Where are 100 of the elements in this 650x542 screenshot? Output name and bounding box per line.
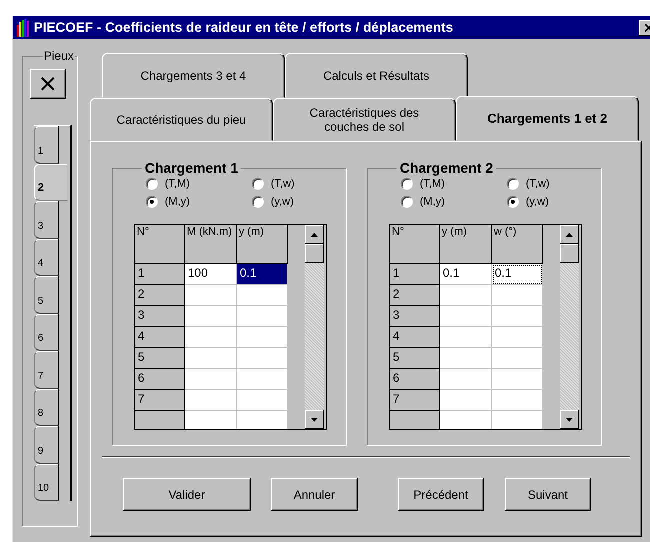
column-header: w (°) (492, 225, 543, 264)
row-header: 2 (135, 285, 185, 306)
delete-button[interactable] (30, 69, 66, 99)
group-label: Pieux (42, 49, 75, 63)
tab[interactable]: Chargements 3 et 4 (102, 53, 285, 98)
table-cell[interactable] (237, 348, 288, 369)
radio-option[interactable]: (y,w) (252, 194, 332, 210)
pile-tab[interactable]: 4 (34, 238, 59, 276)
pile-tab[interactable]: 7 (34, 351, 59, 388)
row-header: 3 (135, 306, 185, 327)
scrollbar[interactable] (560, 225, 579, 429)
table-cell[interactable] (237, 285, 288, 306)
table-cell[interactable]: 100 (185, 264, 237, 285)
app-icon (17, 18, 29, 36)
table-cell[interactable] (440, 285, 492, 306)
scroll-down-button[interactable] (305, 410, 324, 429)
table-cell[interactable] (440, 348, 492, 369)
radio-option[interactable]: (M,y) (146, 194, 252, 210)
table-cell[interactable] (237, 306, 288, 327)
button[interactable]: Suivant (505, 478, 591, 511)
table-cell[interactable] (492, 306, 543, 327)
option-label: (y,w) (526, 196, 550, 208)
option-label: (M,y) (165, 196, 190, 208)
table-cell[interactable]: 0.1 (440, 264, 492, 285)
radio-button[interactable] (401, 196, 413, 208)
row-header: 5 (390, 348, 440, 369)
row-header: 7 (135, 390, 185, 411)
radio-option[interactable]: (T,M) (401, 176, 507, 192)
radio-button[interactable] (507, 178, 519, 190)
radio-option[interactable]: (T,w) (507, 176, 587, 192)
tab[interactable]: Calculs et Résultats (285, 53, 468, 98)
scroll-thumb[interactable] (305, 244, 324, 263)
option-label: (M,y) (420, 196, 446, 208)
table-cell[interactable] (237, 411, 288, 429)
row-header: 3 (390, 306, 440, 327)
up-arrow-icon (311, 232, 318, 236)
table-cell[interactable]: 0.1 (492, 264, 543, 285)
radio-option[interactable]: (y,w) (507, 194, 587, 210)
pile-tab[interactable]: 6 (34, 314, 59, 351)
row-header: 4 (390, 327, 440, 348)
table-cell[interactable] (237, 327, 288, 348)
button[interactable]: Annuler (271, 478, 358, 511)
pile-tab[interactable]: 5 (34, 276, 59, 314)
table-cell[interactable] (440, 411, 492, 429)
pile-tab[interactable]: 10 (34, 464, 59, 501)
row-header: 4 (135, 327, 185, 348)
radio-button[interactable] (146, 196, 158, 208)
table-cell[interactable] (185, 285, 237, 306)
table-cell[interactable] (440, 327, 492, 348)
button[interactable]: Précédent (398, 478, 484, 511)
table-cell[interactable] (185, 327, 237, 348)
pile-tab[interactable]: 8 (34, 388, 59, 426)
table-cell[interactable] (237, 390, 288, 411)
table-cell[interactable] (492, 348, 543, 369)
table-cell[interactable] (440, 306, 492, 327)
scrollbar[interactable] (305, 225, 324, 429)
pile-tab[interactable]: 1 (34, 126, 59, 164)
radio-option[interactable]: (M,y) (401, 194, 507, 210)
radio-option[interactable]: (T,w) (252, 176, 332, 192)
radio-button[interactable] (252, 196, 264, 208)
table-cell[interactable] (185, 306, 237, 327)
pile-tab[interactable]: 2 (34, 164, 68, 201)
table-cell[interactable] (440, 390, 492, 411)
scroll-up-button[interactable] (305, 225, 324, 244)
radio-button[interactable] (146, 178, 158, 190)
option-label: (T,M) (420, 178, 446, 190)
table-cell[interactable] (440, 369, 492, 390)
table-cell[interactable] (492, 411, 543, 429)
tab[interactable]: Chargements 1 et 2 (456, 96, 639, 141)
radio-button[interactable] (252, 178, 264, 190)
table-cell[interactable] (185, 369, 237, 390)
scroll-up-button[interactable] (560, 225, 579, 244)
table-cell[interactable] (492, 390, 543, 411)
row-header: 5 (135, 348, 185, 369)
scroll-thumb[interactable] (560, 244, 579, 263)
table-cell[interactable] (185, 411, 237, 429)
cross-icon (40, 76, 56, 92)
down-arrow-icon (566, 418, 573, 422)
option-label: (T,M) (165, 178, 190, 190)
tab[interactable]: Caractéristiques du pieu (90, 98, 273, 141)
option-label: (y,w) (271, 196, 294, 208)
table-cell[interactable]: 0.1 (237, 264, 288, 285)
table-cell[interactable] (492, 327, 543, 348)
radio-option[interactable]: (T,M) (146, 176, 252, 192)
scroll-down-button[interactable] (560, 410, 579, 429)
pile-tab[interactable]: 3 (34, 201, 59, 238)
button[interactable]: Valider (123, 478, 251, 511)
table-cell[interactable] (185, 390, 237, 411)
table-cell[interactable] (492, 369, 543, 390)
option-label: (T,w) (526, 178, 550, 190)
row-header: 6 (135, 369, 185, 390)
table-cell[interactable] (237, 369, 288, 390)
row-header: 2 (390, 285, 440, 306)
radio-button[interactable] (507, 196, 519, 208)
table-cell[interactable] (185, 348, 237, 369)
table-cell[interactable] (492, 285, 543, 306)
row-header: 1 (390, 264, 440, 285)
pile-tab[interactable]: 9 (34, 426, 59, 464)
radio-button[interactable] (401, 178, 413, 190)
column-header: M (kN.m) (185, 225, 237, 264)
